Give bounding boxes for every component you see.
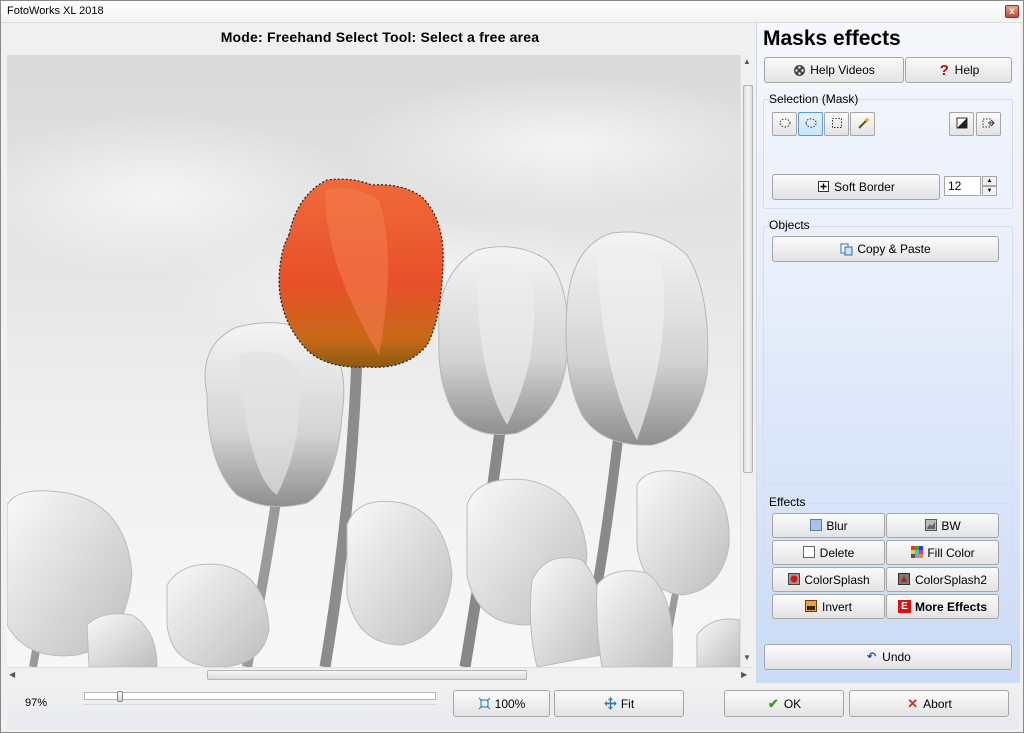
- more-effects-button[interactable]: E More Effects: [886, 594, 999, 619]
- ellipse-select-icon: [779, 117, 791, 131]
- close-icon: x: [1009, 6, 1015, 17]
- undo-label: Undo: [882, 650, 911, 664]
- soft-border-label: Soft Border: [834, 180, 895, 194]
- plus-box-icon: [817, 180, 830, 194]
- close-button[interactable]: x: [1005, 5, 1019, 18]
- fill-color-icon: [910, 546, 923, 559]
- zoom-100-icon: [478, 697, 491, 710]
- delete-label: Delete: [819, 545, 855, 560]
- photo-canvas[interactable]: [7, 55, 740, 667]
- copy-paste-button[interactable]: Copy & Paste: [772, 236, 999, 262]
- colorsplash2-button[interactable]: ColorSplash2: [886, 567, 999, 592]
- invert-icon: [805, 600, 818, 613]
- blur-icon: [809, 519, 822, 532]
- x-icon: ✕: [907, 696, 919, 711]
- zoom-slider-track[interactable]: [84, 692, 436, 700]
- colorsplash-icon: [787, 573, 800, 586]
- ellipse-select-tool[interactable]: [772, 112, 797, 136]
- zoom-percent: 97%: [25, 697, 48, 709]
- colorsplash2-label: ColorSplash2: [914, 572, 988, 587]
- ok-label: OK: [783, 696, 802, 711]
- undo-icon: ↶: [867, 650, 877, 663]
- checkmark-icon: ✔: [767, 696, 779, 711]
- blur-button[interactable]: Blur: [772, 513, 885, 538]
- scroll-down-arrow[interactable]: ▼: [743, 653, 751, 662]
- zoom-100-button[interactable]: 100%: [453, 690, 550, 717]
- rect-select-icon: [831, 117, 843, 132]
- scroll-left-arrow[interactable]: ◀: [9, 670, 15, 679]
- tulip-photo: [7, 75, 740, 667]
- fit-button[interactable]: Fit: [554, 690, 684, 717]
- invert-label: Invert: [821, 599, 852, 614]
- bw-icon: [924, 519, 937, 532]
- copy-paste-icon: [840, 243, 853, 256]
- scroll-up-arrow[interactable]: ▲: [743, 57, 751, 66]
- app-window: FotoWorks XL 2018 x Mode: Freehand Selec…: [0, 0, 1024, 733]
- soft-border-value-input[interactable]: 12: [944, 176, 981, 196]
- help-videos-label: Help Videos: [810, 63, 875, 77]
- invert-selection-icon: [956, 117, 968, 132]
- zoom-slider-ticks: [84, 704, 436, 708]
- bw-label: BW: [941, 518, 961, 533]
- fill-color-label: Fill Color: [927, 545, 975, 560]
- selection-group-label: Selection (Mask): [769, 92, 859, 106]
- question-icon: ?: [939, 61, 949, 79]
- invert-button[interactable]: Invert: [772, 594, 885, 619]
- export-selection-icon: [982, 117, 995, 132]
- abort-button[interactable]: ✕ Abort: [849, 690, 1009, 717]
- panel-title: Masks effects: [763, 27, 901, 50]
- window-title: FotoWorks XL 2018: [7, 5, 104, 17]
- more-effects-icon: E: [897, 600, 911, 613]
- delete-icon: [803, 546, 816, 559]
- copy-paste-label: Copy & Paste: [857, 242, 931, 256]
- freehand-select-tool[interactable]: [798, 112, 823, 136]
- help-label: Help: [954, 63, 980, 77]
- fit-icon: [604, 697, 617, 710]
- canvas-panel: Mode: Freehand Select Tool: Select a fre…: [7, 23, 753, 683]
- vertical-scroll-thumb[interactable]: [743, 85, 753, 473]
- horizontal-scroll-thumb[interactable]: [207, 670, 527, 680]
- invert-selection-tool[interactable]: [949, 112, 974, 136]
- film-reel-icon: [793, 64, 806, 77]
- magic-wand-icon: [856, 116, 870, 133]
- freehand-select-icon: [804, 117, 818, 132]
- vertical-scrollbar[interactable]: ▲ ▼: [740, 55, 753, 667]
- bottom-bar: 97% 100% Fit ✔ OK ✕ Abort: [7, 683, 1019, 729]
- title-bar: FotoWorks XL 2018 x: [1, 1, 1023, 23]
- rect-select-tool[interactable]: [824, 112, 849, 136]
- side-panel: Masks effects Help Videos ? Help Selecti…: [756, 23, 1020, 683]
- more-effects-label: More Effects: [914, 599, 988, 614]
- help-videos-button[interactable]: Help Videos: [764, 57, 904, 83]
- abort-label: Abort: [923, 696, 952, 711]
- effects-group-label: Effects: [769, 495, 806, 509]
- scroll-right-arrow[interactable]: ▶: [741, 670, 747, 679]
- fill-color-button[interactable]: Fill Color: [886, 540, 999, 565]
- delete-button[interactable]: Delete: [772, 540, 885, 565]
- export-selection-tool[interactable]: [976, 112, 1001, 136]
- horizontal-scrollbar[interactable]: ◀ ▶: [7, 667, 753, 681]
- undo-button[interactable]: ↶ Undo: [764, 644, 1012, 670]
- ok-button[interactable]: ✔ OK: [724, 690, 844, 717]
- colorsplash2-icon: [898, 573, 911, 586]
- soft-border-button[interactable]: Soft Border: [772, 174, 940, 200]
- blur-label: Blur: [826, 518, 848, 533]
- colorsplash-label: ColorSplash: [804, 572, 870, 587]
- help-button[interactable]: ? Help: [905, 57, 1012, 83]
- magic-wand-tool[interactable]: [850, 112, 875, 136]
- zoom-100-label: 100%: [494, 696, 526, 711]
- spin-up-button[interactable]: ▲: [982, 176, 997, 186]
- colorsplash-button[interactable]: ColorSplash: [772, 567, 885, 592]
- spin-down-button[interactable]: ▼: [982, 186, 997, 196]
- objects-group: [763, 226, 1013, 484]
- objects-group-label: Objects: [769, 218, 810, 232]
- fit-label: Fit: [620, 696, 635, 711]
- bw-button[interactable]: BW: [886, 513, 999, 538]
- zoom-slider-thumb[interactable]: [117, 691, 123, 702]
- mode-label: Mode: Freehand Select Tool: Select a fre…: [220, 29, 540, 45]
